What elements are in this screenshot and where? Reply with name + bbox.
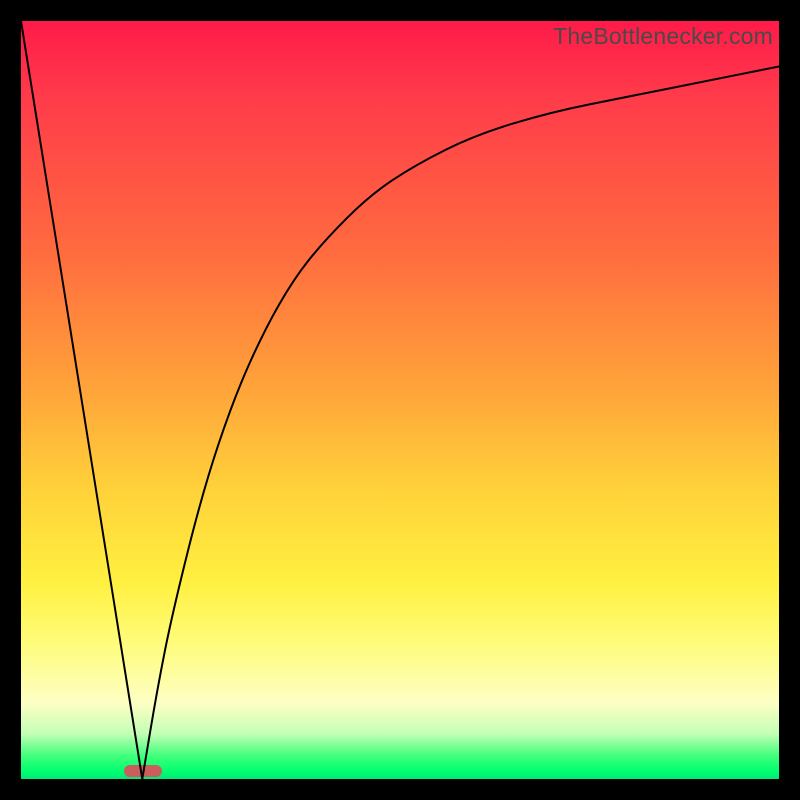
watermark-label: TheBottlenecker.com [553, 23, 773, 50]
bottleneck-curve [21, 21, 779, 779]
chart-frame: TheBottlenecker.com [0, 0, 800, 800]
gradient-plot-area: TheBottlenecker.com [21, 21, 779, 779]
curve-path [21, 21, 779, 779]
